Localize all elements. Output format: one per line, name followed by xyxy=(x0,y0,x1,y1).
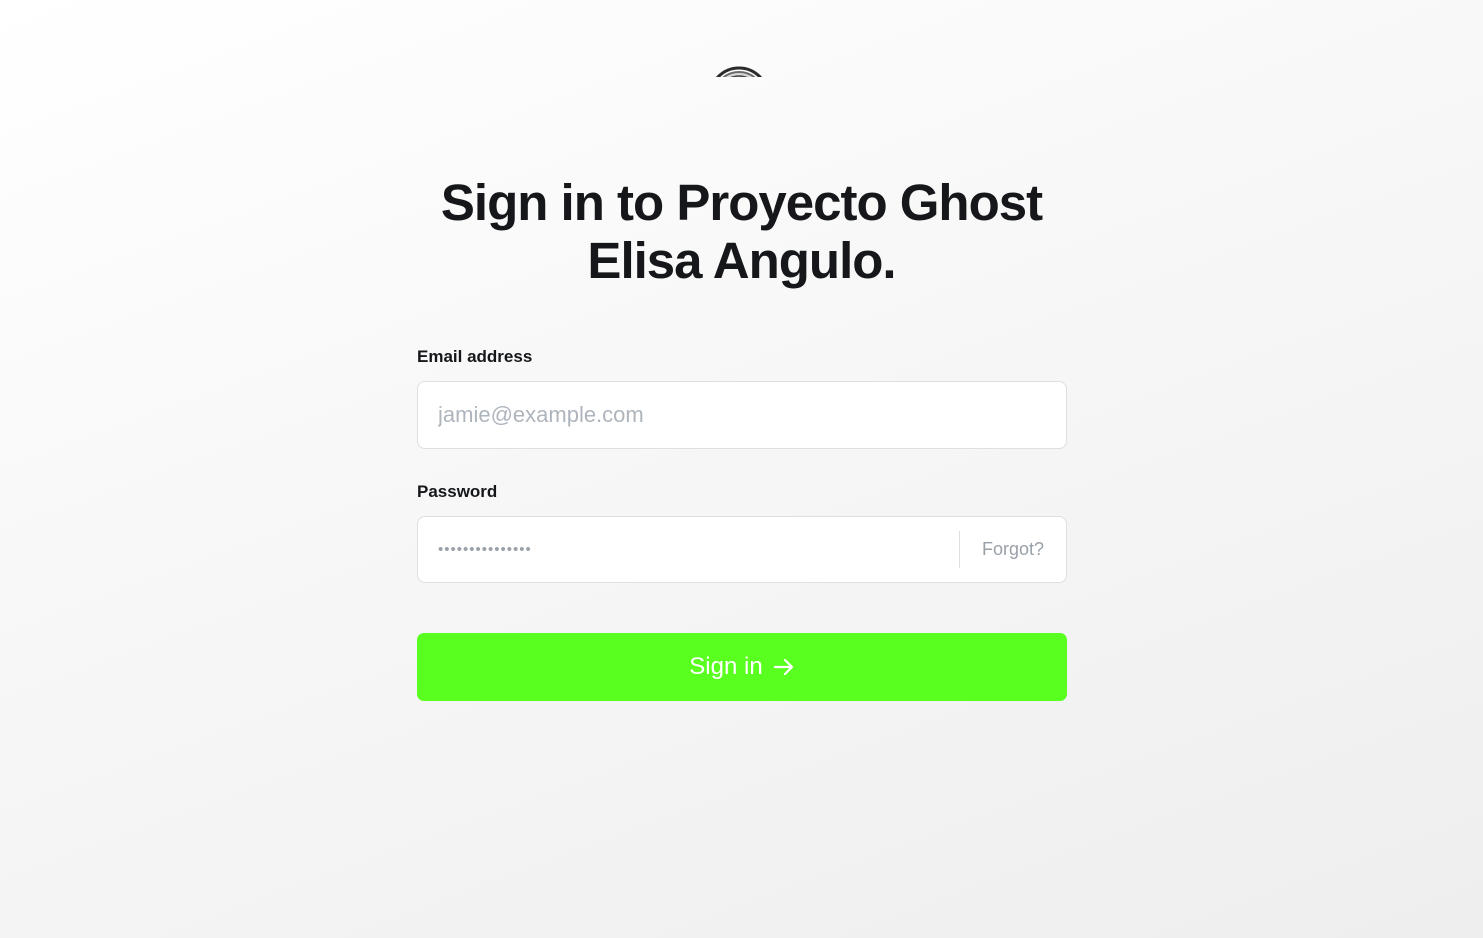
page-title-line2: Elisa Angulo. xyxy=(587,232,896,289)
site-logo-icon[interactable] xyxy=(708,66,770,77)
email-field-wrapper xyxy=(417,381,1067,449)
signin-button-label: Sign in xyxy=(689,653,763,680)
signin-form: Email address Password ••••••••••••••• F… xyxy=(417,346,1067,701)
email-label: Email address xyxy=(417,347,533,366)
forgot-password-link[interactable]: Forgot? xyxy=(960,539,1066,560)
page-title-line1: Sign in to Proyecto Ghost xyxy=(440,174,1043,231)
password-label: Password xyxy=(417,482,498,501)
page-title: Sign in to Proyecto Ghost Elisa Angulo. xyxy=(0,174,1483,290)
arrow-right-icon xyxy=(773,657,795,677)
header xyxy=(0,0,1483,80)
signin-button[interactable]: Sign in xyxy=(417,633,1067,701)
email-input[interactable] xyxy=(438,402,1046,428)
password-input[interactable]: ••••••••••••••• xyxy=(438,540,959,560)
password-field-wrapper: ••••••••••••••• Forgot? xyxy=(417,516,1067,583)
